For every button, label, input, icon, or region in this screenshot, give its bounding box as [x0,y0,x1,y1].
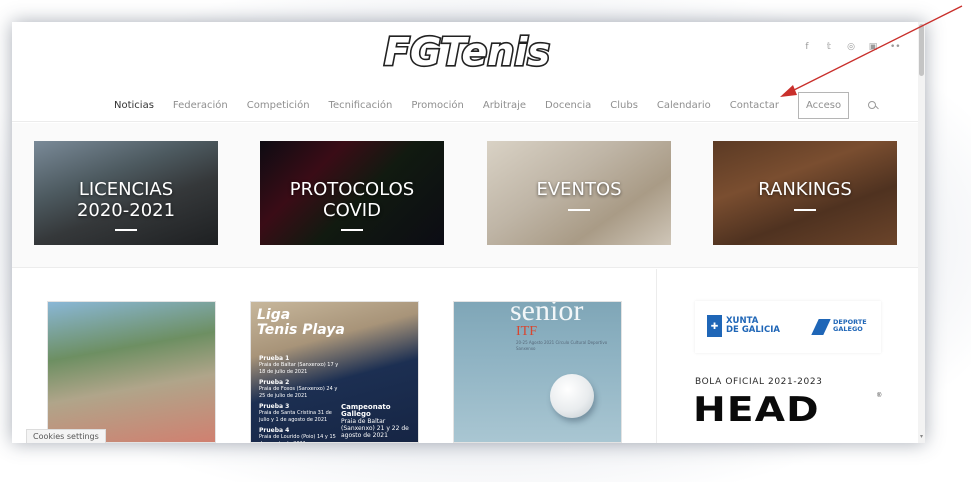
banner-title: EVENTOS [536,179,622,200]
site-logo[interactable]: FGTenis [372,28,562,74]
tennis-ball-image [550,374,594,418]
nav-federacion[interactable]: Federación [173,100,228,111]
scroll-down-arrow-icon[interactable]: ▾ [918,434,925,441]
nav-competicion[interactable]: Competición [247,100,310,111]
nav-promocion[interactable]: Promoción [411,100,463,111]
head-logo[interactable]: HEAD [693,393,820,427]
banner-underline [115,229,137,231]
head-registered-mark: ® [877,393,882,399]
acceso-button[interactable]: Acceso [797,92,850,119]
banner-title-line2: COVID [323,200,381,221]
news-card-senior-itf[interactable]: senior ITF 20-25 Agosto 2021 Círculo Cul… [453,301,622,443]
banner-rankings[interactable]: RANKINGS [713,141,897,245]
banner-title-line2: 2020-2021 [76,200,176,221]
cookies-settings-button[interactable]: Cookies settings [26,429,106,443]
instagram-icon[interactable]: ◎ [846,42,856,52]
scrollbar[interactable]: ▾ [918,22,925,443]
nav-docencia[interactable]: Docencia [545,100,591,111]
deporte-galego-logo: DEPORTE GALEGO [813,315,867,337]
banner-underline [568,209,590,211]
nav-noticias[interactable]: Noticias [114,100,154,111]
poster-itf: ITF [516,324,537,339]
nav-clubs[interactable]: Clubs [610,100,638,111]
browser-viewport: FGTenis f 𝕥 ◎ ▣ •• Noticias Federación C… [12,22,925,443]
social-links: f 𝕥 ◎ ▣ •• [802,42,900,52]
poster-championship: Campeonato Gallego Praia de Baltar (Sanx… [341,403,409,440]
xunta-logo: ✚ XUNTA DE GALICIA [707,315,780,337]
nav-tecnificacion[interactable]: Tecnificación [329,100,393,111]
banner-row: LICENCIAS 2020-2021 PROTOCOLOS COVID EVE… [12,123,918,268]
nav-arbitraje[interactable]: Arbitraje [483,100,526,111]
site-header: FGTenis f 𝕥 ◎ ▣ •• Noticias Federación C… [12,22,918,122]
banner-title-line1: LICENCIAS [78,179,174,200]
twitter-icon[interactable]: 𝕥 [824,42,834,52]
poster-schedule: Prueba 1 Praia de Baltar (Sanxenxo) 17 y … [259,355,339,442]
banner-title-line1: PROTOCOLOS [289,179,415,200]
banner-protocolos[interactable]: PROTOCOLOS COVID [260,141,444,245]
sidebar: ✚ XUNTA DE GALICIA DEPORTE GALEGO BOLA O… [656,269,918,443]
nav-contactar[interactable]: Contactar [730,100,779,111]
banner-underline [341,229,363,231]
nav-calendario[interactable]: Calendario [657,100,711,111]
scrollbar-thumb[interactable] [919,24,924,76]
banner-title: RANKINGS [758,179,852,200]
banner-underline [794,209,816,211]
poster-title: Liga Tenis Playa [257,307,345,338]
news-grid: Liga Tenis Playa Prueba 1 Praia de Baltar… [12,269,656,443]
poster-itf-sub: 20-25 Agosto 2021 Círculo Cultural Depor… [516,340,608,351]
sponsor-xunta-deporte[interactable]: ✚ XUNTA DE GALICIA DEPORTE GALEGO [695,301,881,353]
youtube-icon[interactable]: ▣ [868,42,878,52]
news-card-photo[interactable] [47,301,216,443]
flickr-icon[interactable]: •• [890,42,901,52]
facebook-icon[interactable]: f [802,42,812,52]
banner-eventos[interactable]: EVENTOS [487,141,671,245]
svg-text:FGTenis: FGTenis [384,30,550,74]
search-icon[interactable] [868,100,878,111]
banner-licencias[interactable]: LICENCIAS 2020-2021 [34,141,218,245]
news-card-liga-tenis-playa[interactable]: Liga Tenis Playa Prueba 1 Praia de Baltar… [250,301,419,443]
main-navigation: Noticias Federación Competición Tecnific… [114,92,878,119]
deporte-galego-mark-icon [813,315,829,337]
xunta-emblem-icon: ✚ [707,315,722,337]
bola-oficial-label: BOLA OFICIAL 2021-2023 [695,377,823,387]
